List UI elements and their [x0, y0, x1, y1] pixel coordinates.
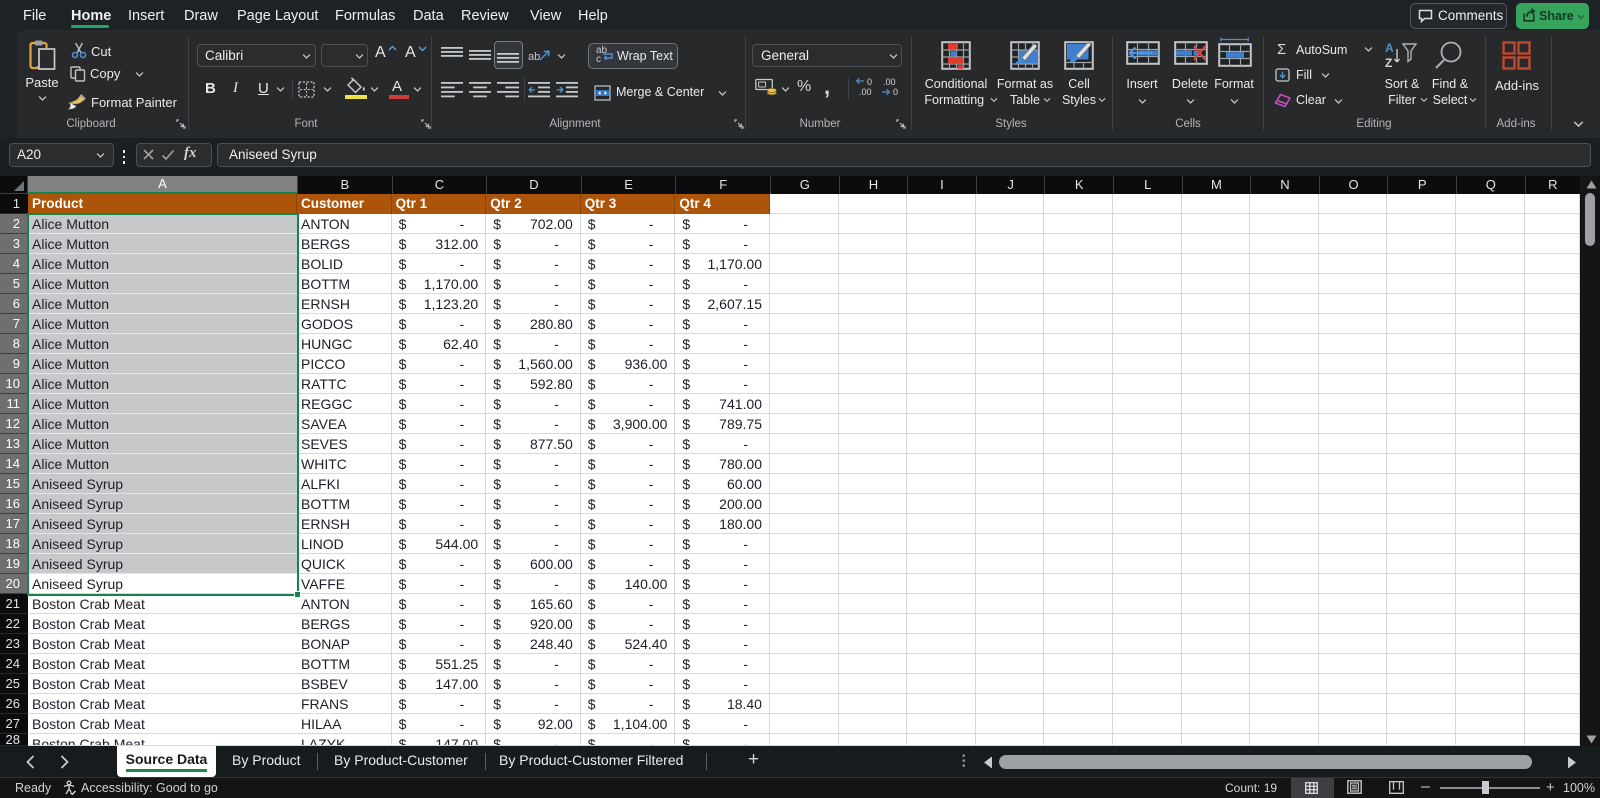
svg-text:.00: .00	[883, 77, 896, 87]
svg-text:A: A	[1385, 41, 1394, 55]
svg-text:0: 0	[867, 77, 872, 87]
svg-text:ab: ab	[528, 51, 540, 63]
svg-text:Z: Z	[1385, 56, 1392, 70]
svg-text:0: 0	[893, 87, 898, 97]
svg-text:.00: .00	[859, 87, 872, 97]
